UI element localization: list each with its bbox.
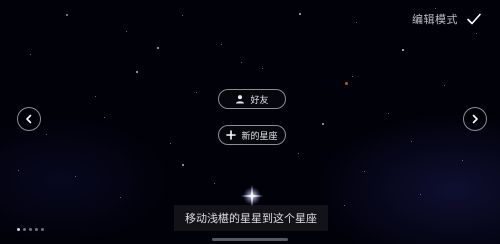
person-icon [235,94,245,104]
star [66,14,68,16]
star [18,170,19,171]
page-dot [17,228,20,231]
page-dot [35,228,38,231]
star [75,176,76,177]
friends-label: 好友 [250,95,269,106]
page-indicator [17,228,44,231]
star [411,141,412,142]
chevron-left-icon [24,114,34,124]
star [322,123,324,125]
star [262,68,263,69]
star [356,22,357,23]
friends-button[interactable]: 好友 [218,89,286,109]
star [196,92,197,93]
new-constellation-label: 新的星座 [241,131,278,142]
previous-constellation-button[interactable] [17,107,41,131]
next-constellation-button[interactable] [463,107,487,131]
star [95,96,96,97]
red-star [345,82,348,85]
star [170,143,171,144]
hint-text: 移动浅椹的星星到这个星座 [185,212,317,225]
page-dot [23,228,26,231]
star [214,183,215,184]
star [241,62,242,63]
edit-mode-toolbar: 编辑模式 [412,8,482,30]
home-indicator-bar[interactable] [212,238,288,241]
star [46,134,47,135]
check-icon[interactable] [466,11,482,27]
star [344,205,345,206]
star [364,171,365,172]
page-dot [29,228,32,231]
edit-mode-label: 编辑模式 [412,13,458,26]
hint-banner: 移动浅椹的星星到这个星座 [174,205,328,231]
star [462,160,463,161]
new-constellation-button[interactable]: 新的星座 [218,125,286,145]
chevron-right-icon [470,114,480,124]
star [402,49,404,51]
star [157,47,159,49]
star [388,113,389,114]
star [30,54,31,55]
page-dot [41,228,44,231]
star [120,197,121,198]
star [352,76,353,77]
plus-icon [226,130,237,140]
star [126,31,127,32]
